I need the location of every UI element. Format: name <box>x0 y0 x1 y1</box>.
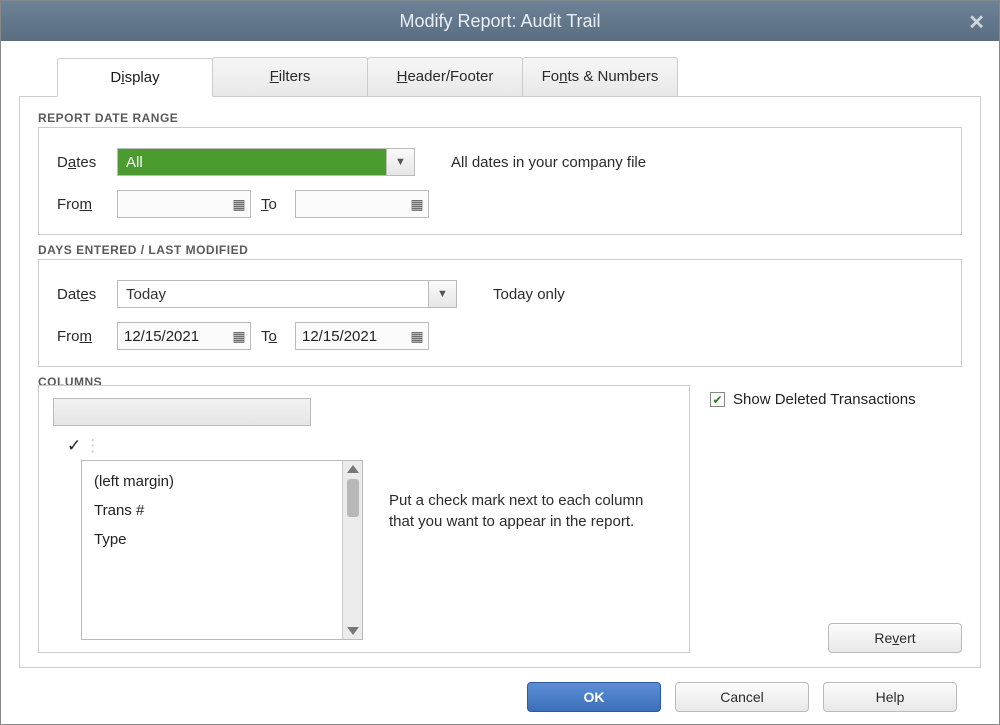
tab-filters[interactable]: Filters <box>212 57 368 96</box>
calendar-icon[interactable]: ▦ <box>228 328 250 345</box>
dates-desc-2: Today only <box>493 286 565 303</box>
tabs: Display Filters Header/Footer Fonts & Nu… <box>19 57 981 97</box>
from-date-2[interactable]: 12/15/2021 ▦ <box>117 322 251 350</box>
scroll-down-icon[interactable] <box>347 627 359 635</box>
columns-panel: ✓⋮ (left margin) Trans # Type <box>38 385 690 653</box>
dates-select-range[interactable]: All ▼ <box>117 148 415 176</box>
calendar-icon[interactable]: ▦ <box>406 328 428 345</box>
show-deleted-label: Show Deleted Transactions <box>733 391 916 408</box>
checkmark-header: ✓⋮ <box>53 436 363 456</box>
from-label-2: From <box>57 328 107 345</box>
revert-button[interactable]: Revert <box>828 623 962 653</box>
help-button[interactable]: Help <box>823 682 957 712</box>
scroll-up-icon[interactable] <box>347 465 359 473</box>
list-item[interactable]: (left margin) <box>82 467 342 496</box>
from-date-1[interactable]: ▦ <box>117 190 251 218</box>
tab-header-footer[interactable]: Header/Footer <box>367 57 523 96</box>
show-deleted-checkbox-row[interactable]: ✔ Show Deleted Transactions <box>710 391 962 408</box>
to-label-2: To <box>261 328 285 345</box>
ok-button[interactable]: OK <box>527 682 661 712</box>
tab-fonts-numbers[interactable]: Fonts & Numbers <box>522 57 678 96</box>
list-item[interactable]: Type <box>82 525 342 554</box>
checkbox-icon[interactable]: ✔ <box>710 392 725 407</box>
tab-display[interactable]: Display <box>57 58 213 97</box>
dates-desc-1: All dates in your company file <box>451 154 646 171</box>
columns-search-input[interactable] <box>53 398 311 426</box>
scroll-thumb[interactable] <box>347 479 359 517</box>
columns-hint: Put a check mark next to each column tha… <box>389 490 669 640</box>
calendar-icon[interactable]: ▦ <box>228 196 250 213</box>
to-date-2[interactable]: 12/15/2021 ▦ <box>295 322 429 350</box>
dates-label-2: Dates <box>57 286 107 303</box>
chevron-down-icon: ▼ <box>386 149 414 175</box>
columns-listbox[interactable]: (left margin) Trans # Type <box>81 460 363 640</box>
to-label-1: To <box>261 196 285 213</box>
days-entered-group: Dates Today ▼ Today only From 12/15/2021… <box>38 259 962 367</box>
from-label-1: From <box>57 196 107 213</box>
chevron-down-icon: ▼ <box>428 281 456 307</box>
dates-select-modified[interactable]: Today ▼ <box>117 280 457 308</box>
dates-label-1: Dates <box>57 154 107 171</box>
days-entered-title: DAYS ENTERED / LAST MODIFIED <box>38 243 962 257</box>
titlebar: Modify Report: Audit Trail ✕ <box>1 1 999 41</box>
dialog-footer: OK Cancel Help <box>19 668 981 712</box>
to-date-1[interactable]: ▦ <box>295 190 429 218</box>
scrollbar[interactable] <box>342 461 362 639</box>
calendar-icon[interactable]: ▦ <box>406 196 428 213</box>
list-item[interactable]: Trans # <box>82 496 342 525</box>
window-title: Modify Report: Audit Trail <box>399 11 600 32</box>
report-date-range-title: REPORT DATE RANGE <box>38 111 962 125</box>
modify-report-dialog: Modify Report: Audit Trail ✕ Display Fil… <box>0 0 1000 725</box>
close-icon[interactable]: ✕ <box>968 10 985 35</box>
cancel-button[interactable]: Cancel <box>675 682 809 712</box>
report-date-range-group: Dates All ▼ All dates in your company fi… <box>38 127 962 235</box>
